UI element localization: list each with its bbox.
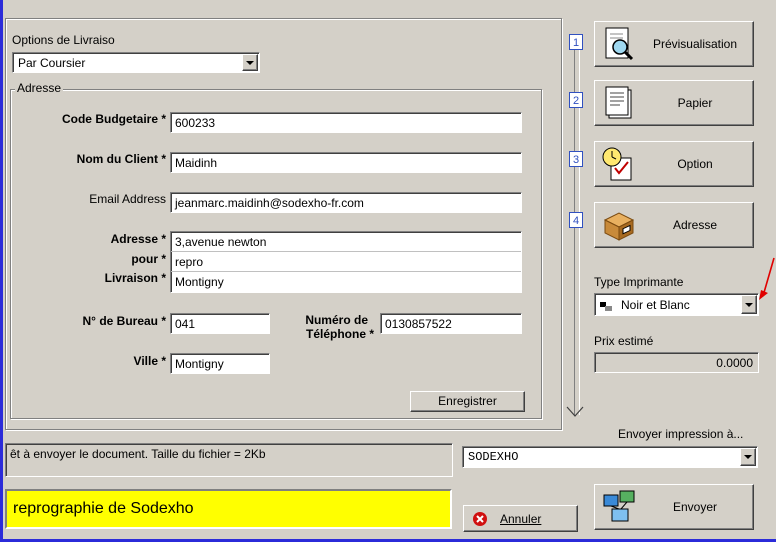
address-package-icon bbox=[603, 212, 635, 241]
code-budgetaire-input[interactable]: 600233 bbox=[170, 112, 522, 133]
address-label-line3: Livraison * bbox=[104, 271, 166, 285]
cancel-button[interactable]: Annuler bbox=[463, 505, 578, 532]
client-name-label: Nom du Client * bbox=[76, 152, 166, 166]
estimated-price-field: 0.0000 bbox=[594, 352, 759, 373]
phone-label-line2: Téléphone * bbox=[305, 327, 374, 341]
save-button-label: Enregistrer bbox=[438, 394, 497, 408]
delivery-options-label: Options de Livraiso bbox=[12, 33, 115, 47]
step-number-3: 3 bbox=[569, 151, 583, 167]
estimated-price-label: Prix estimé bbox=[594, 334, 654, 348]
preview-button[interactable]: Prévisualisation bbox=[594, 21, 754, 67]
option-clock-icon bbox=[602, 147, 632, 181]
printer-type-select[interactable]: Noir et Blanc bbox=[594, 293, 759, 316]
delivery-options-dropdown-button[interactable] bbox=[242, 54, 258, 71]
delivery-options-value: Par Coursier bbox=[18, 56, 86, 70]
preview-magnifier-icon bbox=[605, 27, 634, 61]
step-number-2: 2 bbox=[569, 92, 583, 108]
address-textarea[interactable]: 3,avenue newton repro Montigny bbox=[170, 231, 522, 293]
delivery-options-select[interactable]: Par Coursier bbox=[12, 52, 260, 73]
paper-button-label: Papier bbox=[677, 96, 713, 110]
option-button-label: Option bbox=[677, 157, 713, 171]
address-button[interactable]: Adresse bbox=[594, 202, 754, 248]
city-label: Ville * bbox=[133, 354, 166, 368]
address-line-2: repro bbox=[175, 255, 204, 269]
printer-type-label: Type Imprimante bbox=[594, 275, 684, 289]
status-message-field: êt à envoyer le document. Taille du fich… bbox=[5, 443, 453, 477]
address-button-label: Adresse bbox=[672, 218, 718, 232]
save-button[interactable]: Enregistrer bbox=[410, 391, 525, 412]
banner: reprographie de Sodexho bbox=[5, 489, 452, 529]
estimated-price-value: 0.0000 bbox=[716, 356, 753, 370]
cancel-button-label: Annuler bbox=[500, 511, 542, 526]
option-button[interactable]: Option bbox=[594, 141, 754, 187]
address-line-3: Montigny bbox=[175, 275, 224, 289]
bureau-input[interactable]: 041 bbox=[170, 313, 270, 334]
phone-input[interactable]: 0130857522 bbox=[380, 313, 522, 334]
client-name-input[interactable]: Maidinh bbox=[170, 152, 522, 173]
city-input[interactable]: Montigny bbox=[170, 353, 270, 374]
printer-type-dropdown-button[interactable] bbox=[741, 295, 757, 314]
step-number-4: 4 bbox=[569, 212, 583, 228]
email-label: Email Address bbox=[89, 192, 166, 206]
banner-text: reprographie de Sodexho bbox=[13, 500, 194, 517]
send-button[interactable]: Envoyer bbox=[594, 484, 754, 530]
step-number-1: 1 bbox=[569, 34, 583, 50]
address-label-line1: Adresse * bbox=[110, 232, 166, 246]
status-message: êt à envoyer le document. Taille du fich… bbox=[10, 447, 266, 461]
send-to-select[interactable]: SODEXHO bbox=[462, 446, 758, 468]
address-group-title: Adresse bbox=[15, 81, 64, 95]
printer-type-value: Noir et Blanc bbox=[621, 298, 690, 312]
preview-button-label: Prévisualisation bbox=[652, 37, 738, 51]
code-budgetaire-label: Code Budgetaire * bbox=[61, 112, 166, 126]
paper-button[interactable]: Papier bbox=[594, 80, 754, 126]
email-input[interactable]: jeanmarc.maidinh@sodexho-fr.com bbox=[170, 192, 522, 213]
send-network-icon bbox=[603, 490, 635, 522]
bw-printer-icon bbox=[600, 300, 612, 311]
phone-label-line1: Numéro de bbox=[305, 313, 368, 327]
send-to-label: Envoyer impression à... bbox=[618, 427, 744, 441]
send-to-value: SODEXHO bbox=[468, 450, 519, 464]
cancel-icon bbox=[473, 511, 487, 526]
address-label-line2: pour * bbox=[131, 252, 166, 266]
paper-icon bbox=[605, 86, 632, 119]
chevron-down-icon bbox=[744, 455, 752, 459]
steps-arrow-icon bbox=[566, 404, 584, 418]
bureau-label: N° de Bureau * bbox=[82, 314, 166, 328]
chevron-down-icon bbox=[745, 302, 753, 307]
address-line-1: 3,avenue newton bbox=[175, 235, 267, 249]
pointer-arrow-icon bbox=[759, 257, 775, 300]
chevron-down-icon bbox=[246, 60, 254, 65]
send-button-label: Envoyer bbox=[672, 500, 718, 514]
send-to-dropdown-button[interactable] bbox=[740, 448, 756, 466]
